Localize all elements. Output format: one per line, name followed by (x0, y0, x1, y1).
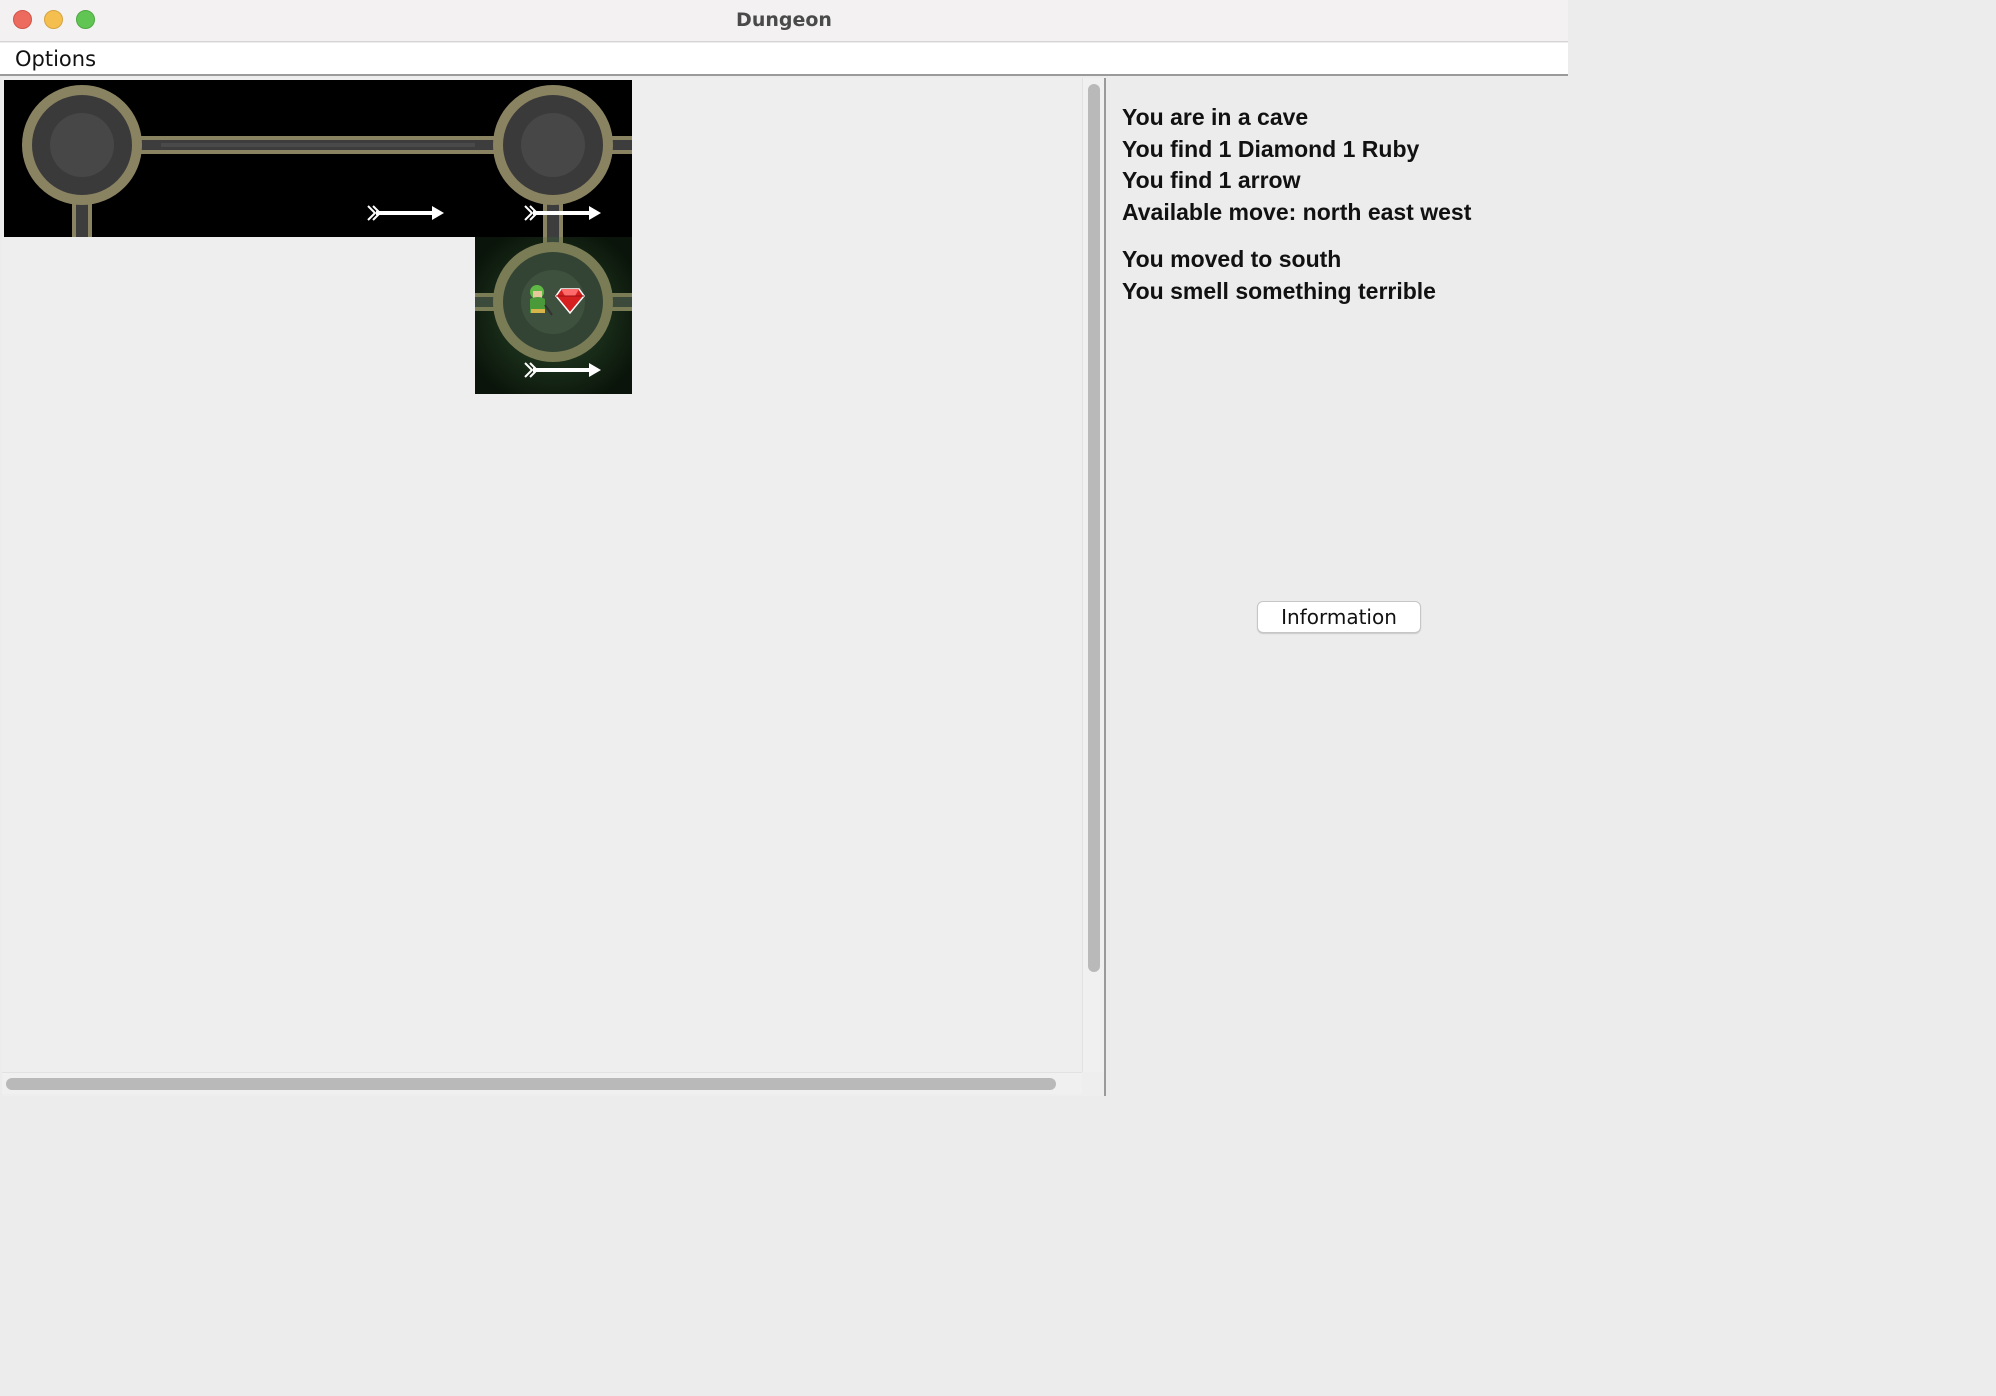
menu-bar: Options (0, 43, 1568, 76)
info-panel: You are in a cave You find 1 Diamond 1 R… (1107, 78, 1568, 1097)
status-line-location: You are in a cave (1122, 104, 1309, 130)
map-tile-cave (4, 80, 161, 237)
status-log: You are in a cave You find 1 Diamond 1 R… (1122, 102, 1471, 307)
player-icon (530, 285, 553, 316)
options-menu[interactable]: Options (15, 47, 96, 71)
ruby-icon (555, 288, 585, 315)
arrow-icon (367, 205, 444, 221)
log-spacer (1122, 228, 1471, 244)
information-button[interactable]: Information (1257, 601, 1421, 633)
arrow-icon (524, 362, 601, 378)
window-title: Dungeon (736, 9, 832, 31)
vertical-scrollbar-thumb[interactable] (1088, 84, 1100, 972)
status-line-arrows: You find 1 arrow (1122, 167, 1301, 193)
title-bar: Dungeon (0, 0, 1568, 42)
map-scroll-pane[interactable] (2, 78, 1106, 1096)
arrow-icon (524, 205, 601, 221)
event-line-smell: You smell something terrible (1122, 277, 1436, 304)
event-line-moved: You moved to south (1122, 246, 1342, 272)
status-line-available-moves: Available move: north east west (1122, 198, 1472, 225)
map-tile-cave (475, 80, 632, 237)
map-tile-current-cave (475, 237, 632, 394)
horizontal-scrollbar[interactable] (2, 1072, 1082, 1094)
status-line-treasure: You find 1 Diamond 1 Ruby (1122, 135, 1420, 162)
horizontal-scrollbar-thumb[interactable] (6, 1078, 1056, 1090)
map-tile-tunnel (318, 80, 475, 237)
vertical-scrollbar[interactable] (1082, 78, 1104, 1072)
map-tile-tunnel (161, 80, 318, 237)
